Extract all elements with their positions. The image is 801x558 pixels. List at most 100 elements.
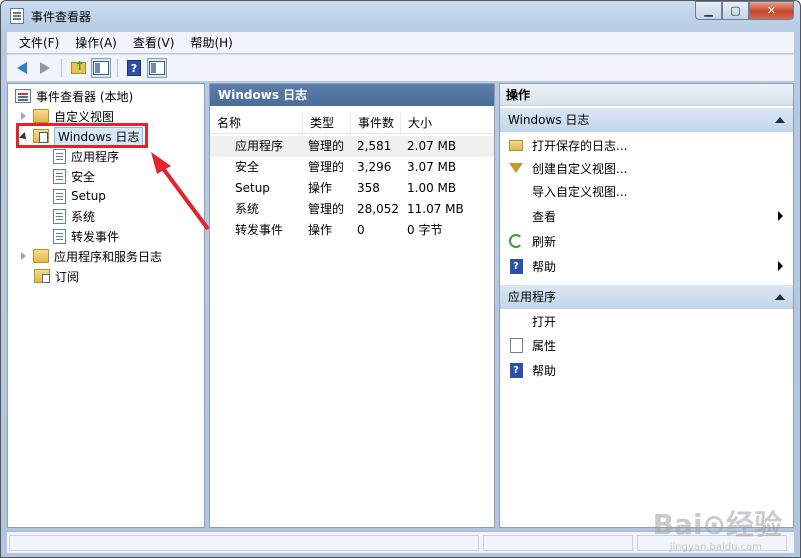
column-header-size[interactable]: 大小 — [401, 112, 494, 134]
actions-section-windows-logs[interactable]: Windows 日志 — [500, 108, 793, 132]
action-label: 查看 — [532, 209, 557, 224]
status-segment — [9, 535, 479, 551]
tree-item-app-service-logs[interactable]: 应用程序和服务日志 — [21, 247, 162, 265]
close-button[interactable]: ✕ — [749, 1, 794, 20]
tree-label: 系统 — [71, 209, 96, 224]
menu-help[interactable]: 帮助(H) — [182, 34, 240, 51]
cell-count: 358 — [357, 181, 380, 195]
open-folder-icon — [508, 137, 524, 153]
log-icon — [53, 168, 66, 184]
cell-name: Setup — [235, 181, 270, 195]
menu-view[interactable]: 查看(V) — [125, 34, 183, 51]
properties-icon — [508, 337, 524, 353]
back-button[interactable] — [12, 58, 32, 78]
tree-item-security[interactable]: 安全 — [53, 167, 95, 185]
table-row[interactable]: 转发事件 操作 0 0 字节 — [210, 220, 494, 241]
forward-button[interactable] — [35, 58, 55, 78]
menu-action[interactable]: 操作(A) — [67, 34, 125, 51]
action-create-custom-view[interactable]: 创建自定义视图... — [500, 157, 793, 179]
show-hide-action-pane-button[interactable] — [147, 58, 167, 78]
folder-up-icon — [70, 59, 86, 74]
action-properties[interactable]: 属性 — [500, 334, 793, 356]
up-one-level-button[interactable] — [68, 58, 88, 78]
cell-size: 11.07 MB — [407, 202, 464, 216]
actions-section-application[interactable]: 应用程序 — [500, 285, 793, 309]
collapse-icon[interactable] — [775, 117, 785, 123]
menu-file[interactable]: 文件(F) — [11, 34, 67, 51]
action-open-saved-log[interactable]: 打开保存的日志... — [500, 134, 793, 156]
cell-size: 2.07 MB — [407, 139, 457, 153]
expand-arrow-icon[interactable] — [21, 112, 26, 120]
minimize-button[interactable]: ▁ — [695, 1, 722, 20]
collapse-icon[interactable] — [775, 294, 785, 300]
subscriptions-icon — [34, 269, 50, 283]
cell-count: 0 — [357, 223, 365, 237]
column-headers: 名称 类型 事件数 大小 — [210, 112, 494, 134]
event-viewer-icon — [10, 8, 24, 24]
action-label: 打开保存的日志... — [532, 138, 628, 153]
toolbar-separator — [61, 59, 62, 77]
results-pane-header: Windows 日志 — [210, 84, 494, 106]
actions-pane: 操作 Windows 日志 打开保存的日志... 创建自定义视图... 导入自定… — [499, 83, 794, 528]
maximize-button[interactable]: ▢ — [722, 1, 749, 20]
cell-type: 操作 — [308, 181, 333, 195]
log-icon — [53, 208, 66, 224]
action-label: 帮助 — [532, 259, 557, 274]
folder-icon — [33, 249, 49, 263]
help-toolbar-button[interactable]: ? — [124, 58, 144, 78]
tree-item-system[interactable]: 系统 — [53, 207, 95, 225]
cell-name: 安全 — [235, 160, 260, 174]
menu-bar: 文件(F) 操作(A) 查看(V) 帮助(H) — [7, 32, 794, 53]
cell-size: 1.00 MB — [407, 181, 457, 195]
tree-label: 安全 — [71, 169, 96, 184]
baidu-watermark: Bai⊙经验 — [652, 508, 782, 541]
minimize-icon: ▁ — [704, 4, 713, 17]
help-icon: ? — [508, 258, 524, 274]
action-help[interactable]: ? 帮助 — [500, 255, 793, 277]
submenu-arrow-icon — [778, 261, 783, 271]
action-label: 属性 — [532, 338, 557, 353]
filter-icon — [508, 160, 524, 176]
column-header-count[interactable]: 事件数 — [351, 112, 401, 134]
section-header: Windows 日志 — [508, 113, 590, 127]
window-title: 事件查看器 — [31, 10, 92, 24]
help-icon: ? — [508, 362, 524, 378]
status-segment — [483, 535, 633, 551]
action-help-application[interactable]: ? 帮助 — [500, 359, 793, 381]
tree-item-setup[interactable]: Setup — [53, 187, 106, 205]
tree-item-subscriptions[interactable]: 订阅 — [34, 267, 79, 285]
expand-arrow-icon[interactable] — [21, 252, 26, 260]
baidu-watermark-url: jingyan.baidu.com — [669, 542, 762, 553]
column-header-name[interactable]: 名称 — [210, 112, 303, 134]
console-tree-icon — [93, 61, 109, 75]
table-row[interactable]: 安全 管理的 3,296 3.07 MB — [210, 157, 494, 178]
back-arrow-icon — [17, 62, 27, 74]
section-header: 应用程序 — [508, 290, 557, 304]
action-refresh[interactable]: 刷新 — [500, 230, 793, 252]
action-import-custom-view[interactable]: 导入自定义视图... — [500, 180, 793, 202]
folder-icon — [33, 109, 49, 123]
table-row[interactable]: Setup 操作 358 1.00 MB — [210, 178, 494, 199]
maximize-icon: ▢ — [730, 4, 741, 17]
tree-item-root[interactable]: 事件查看器 (本地) — [15, 87, 133, 105]
tree-item-application[interactable]: 应用程序 — [53, 147, 119, 165]
tree-item-forwarded-events[interactable]: 转发事件 — [53, 227, 119, 245]
window-controls: ▁ ▢ ✕ — [695, 1, 794, 21]
table-row[interactable]: 系统 管理的 28,052 11.07 MB — [210, 199, 494, 220]
help-icon: ? — [127, 60, 141, 76]
console-tree: 事件查看器 (本地) 自定义视图 Windows 日志 应用程序 安全 Setu… — [7, 83, 205, 528]
cell-count: 3,296 — [357, 160, 392, 174]
cell-type: 管理的 — [308, 202, 345, 216]
refresh-icon — [508, 233, 524, 249]
cell-type: 管理的 — [308, 139, 345, 153]
action-view[interactable]: 查看 — [500, 205, 793, 227]
column-header-type[interactable]: 类型 — [303, 112, 351, 134]
action-open[interactable]: 打开 — [500, 310, 793, 332]
table-row[interactable]: 应用程序 管理的 2,581 2.07 MB — [210, 136, 494, 157]
tree-label: 自定义视图 — [54, 109, 115, 124]
show-hide-console-tree-button[interactable] — [91, 58, 111, 78]
cell-type: 管理的 — [308, 160, 345, 174]
tree-label: 订阅 — [55, 269, 80, 284]
toolbar: ? — [7, 54, 794, 81]
cell-name: 转发事件 — [235, 223, 284, 237]
